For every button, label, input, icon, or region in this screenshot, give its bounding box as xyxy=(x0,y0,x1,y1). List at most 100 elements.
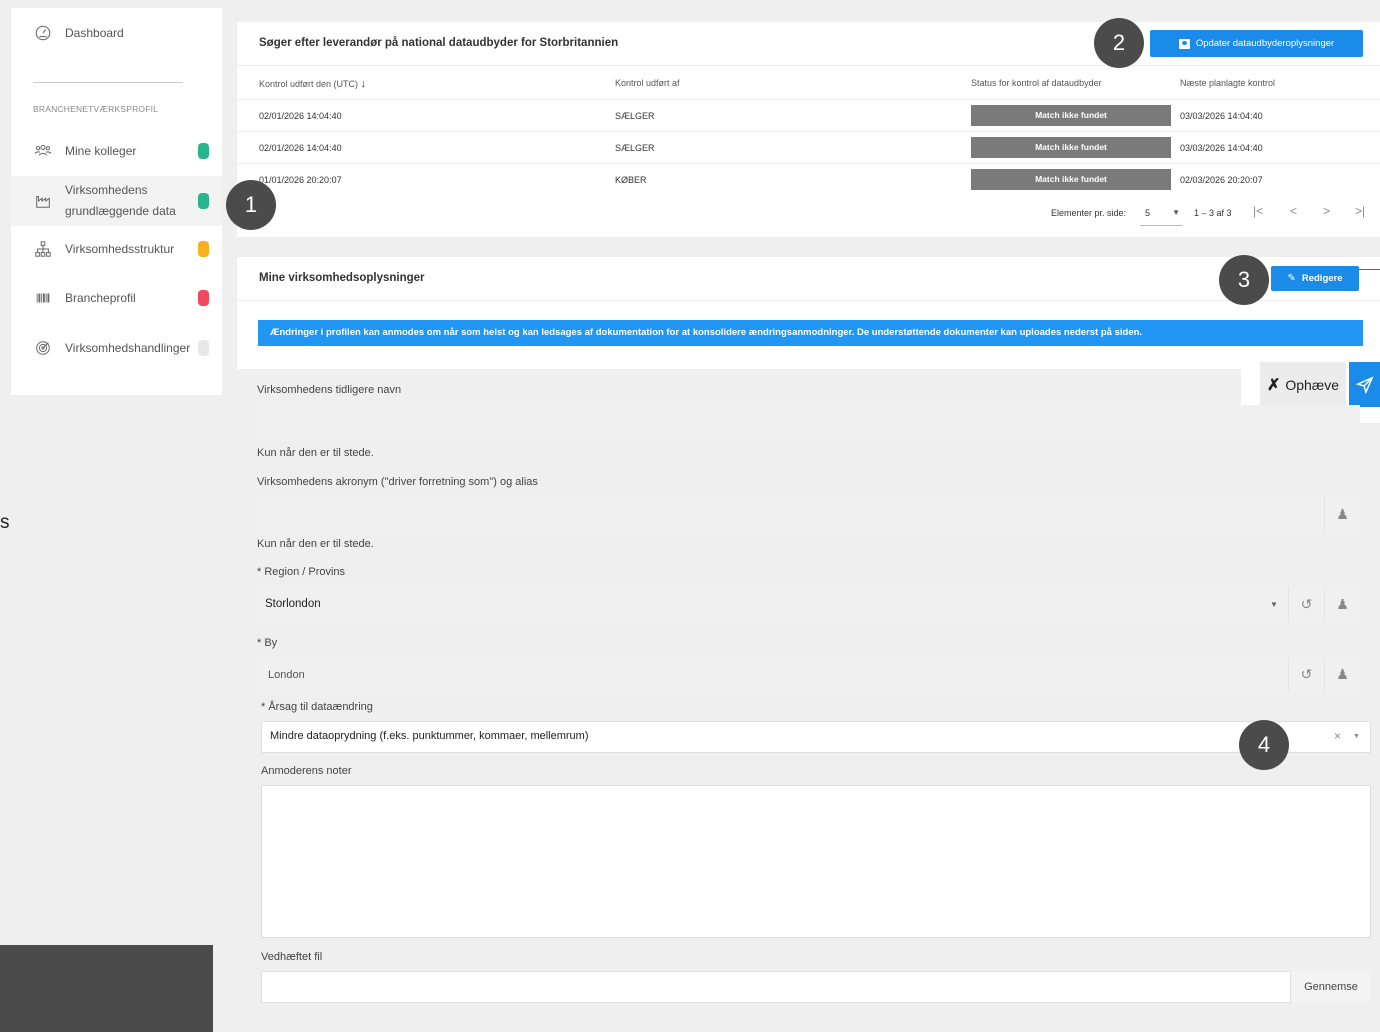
callout-line xyxy=(1359,269,1380,270)
prev-name-input[interactable] xyxy=(256,405,1360,441)
sidebar-section-label: BRANCHENETVÆRKSPROFIL xyxy=(33,104,159,114)
column-header-next: Næste planlagte kontrol xyxy=(1180,78,1276,88)
send-icon xyxy=(1355,375,1374,394)
sidebar-item-label: Dashboard xyxy=(65,25,124,40)
caret-down-icon: ▼ xyxy=(1353,733,1360,740)
acronym-label: Virksomhedens akronym ("driver forretnin… xyxy=(257,476,538,488)
cell-next: 03/03/2026 14:04:40 xyxy=(1180,111,1263,121)
users-icon xyxy=(33,141,53,161)
city-value: London xyxy=(268,669,305,681)
acronym-hint: Kun når den er til stede. xyxy=(257,538,374,550)
status-dot xyxy=(198,241,209,257)
region-value: Storlondon xyxy=(265,598,321,610)
user-icon[interactable]: ♟ xyxy=(1324,658,1360,691)
callout-marker: 3 xyxy=(1219,255,1269,305)
status-badge: Match ikke fundet xyxy=(971,169,1171,190)
sidebar-item-actions[interactable]: Virksomhedshandlinger xyxy=(11,336,222,360)
id-card-icon xyxy=(1178,38,1190,49)
card-title: Mine virksomhedsoplysninger xyxy=(259,272,425,284)
divider xyxy=(237,131,1380,132)
edit-label: Redigere xyxy=(1301,273,1343,284)
status-dot xyxy=(198,340,209,356)
region-label: * Region / Provins xyxy=(257,566,346,578)
column-header-date[interactable]: Kontrol udført den (UTC) ↓ xyxy=(259,78,366,90)
send-button[interactable] xyxy=(1349,362,1380,407)
callout-marker: 4 xyxy=(1239,720,1289,770)
sidebar-item-label: Virksomhedshandlinger xyxy=(65,340,191,355)
company-info-card: Mine virksomhedsoplysninger ✎ Redigere Æ… xyxy=(237,257,1380,369)
last-page-icon[interactable]: >| xyxy=(1355,204,1365,218)
divider xyxy=(237,163,1380,164)
notes-label: Anmoderens noter xyxy=(261,765,352,777)
attachment-input[interactable] xyxy=(261,971,1371,1003)
target-icon xyxy=(33,338,53,358)
update-provider-label: Opdater dataudbyderoplysninger xyxy=(1195,38,1335,49)
info-banner: Ændringer i profilen kan anmodes om når … xyxy=(258,320,1363,346)
column-header-label: Kontrol udført den (UTC) xyxy=(259,79,359,89)
card-title: Søger efter leverandør på national datau… xyxy=(259,37,619,49)
cell-by: SÆLGER xyxy=(615,143,655,153)
prev-page-icon[interactable]: < xyxy=(1290,204,1297,218)
sidebar: Dashboard BRANCHENETVÆRKSPROFIL Mine kol… xyxy=(11,8,222,395)
sidebar-item-dashboard[interactable]: Dashboard xyxy=(11,22,222,44)
browse-button[interactable]: Gennemse xyxy=(1290,971,1371,1003)
close-icon: ✗ xyxy=(1266,376,1281,394)
sidebar-item-label: Brancheprofil xyxy=(65,290,136,305)
dashboard-icon xyxy=(33,23,53,43)
clear-icon[interactable]: × xyxy=(1334,729,1341,743)
sidebar-divider xyxy=(33,82,183,83)
sidebar-item-colleagues[interactable]: Mine kolleger xyxy=(11,139,222,163)
arrow-down-icon: ↓ xyxy=(360,78,367,90)
sidebar-item-label: Virksomhedsstruktur xyxy=(65,241,175,256)
attachment-label: Vedhæftet fil xyxy=(261,951,323,963)
first-page-icon[interactable]: |< xyxy=(1253,204,1263,218)
sidebar-item-industry-profile[interactable]: Brancheprofil xyxy=(11,286,222,310)
callout-marker: 2 xyxy=(1094,18,1144,68)
cell-date: 01/01/2026 20:20:07 xyxy=(259,175,342,185)
provider-search-card: Søger efter leverandør på national datau… xyxy=(237,22,1380,237)
cell-by: SÆLGER xyxy=(615,111,655,121)
status-badge: Match ikke fundet xyxy=(971,105,1171,126)
cancel-label: Ophæve xyxy=(1285,376,1340,393)
status-dot xyxy=(198,193,209,209)
factory-icon xyxy=(33,191,53,211)
per-page-select[interactable]: 5 ▼ xyxy=(1140,204,1182,226)
divider xyxy=(237,65,1380,66)
reason-label: * Årsag til dataændring xyxy=(261,701,373,713)
cell-next: 03/03/2026 14:04:40 xyxy=(1180,143,1263,153)
update-provider-button[interactable]: Opdater dataudbyderoplysninger xyxy=(1150,30,1363,57)
city-label: * By xyxy=(257,637,278,649)
sidebar-item-basic-data[interactable]: Virksomhedens grundlæggende data xyxy=(11,176,222,226)
caret-down-icon: ▼ xyxy=(1172,208,1180,217)
per-page-label: Elementer pr. side: xyxy=(1051,208,1127,218)
status-dot xyxy=(198,143,209,159)
sidebar-item-structure[interactable]: Virksomhedsstruktur xyxy=(11,237,222,261)
user-icon[interactable]: ♟ xyxy=(1324,496,1360,532)
sidebar-item-label: Mine kolleger xyxy=(65,143,137,158)
next-page-icon[interactable]: > xyxy=(1323,204,1330,218)
per-page-value: 5 xyxy=(1145,208,1151,218)
edit-button[interactable]: ✎ Redigere xyxy=(1271,266,1359,291)
hierarchy-icon xyxy=(33,239,53,259)
dark-panel xyxy=(0,945,213,1032)
cell-date: 02/01/2026 14:04:40 xyxy=(259,143,342,153)
cancel-button[interactable]: ✗ Ophæve xyxy=(1260,362,1346,407)
user-icon[interactable]: ♟ xyxy=(1324,587,1360,622)
cell-date: 02/01/2026 14:04:40 xyxy=(259,111,342,121)
reason-value: Mindre dataoprydning (f.eks. punktummer,… xyxy=(270,730,589,742)
caret-down-icon: ▼ xyxy=(1270,600,1278,609)
notes-textarea[interactable] xyxy=(261,785,1371,938)
history-icon[interactable]: ↺ xyxy=(1288,587,1324,622)
prev-name-label: Virksomhedens tidligere navn xyxy=(257,384,402,396)
page-range: 1 – 3 af 3 xyxy=(1194,208,1232,218)
history-icon[interactable]: ↺ xyxy=(1288,658,1324,691)
barcode-icon xyxy=(33,288,53,308)
region-select[interactable] xyxy=(256,587,1288,622)
column-header-by: Kontrol udført af xyxy=(615,78,680,88)
cell-by: KØBER xyxy=(615,175,647,185)
city-input[interactable] xyxy=(256,658,1288,691)
acronym-input[interactable] xyxy=(256,496,1324,532)
edge-text: s xyxy=(0,512,10,533)
status-dot xyxy=(198,290,209,306)
sidebar-item-label: Virksomhedens grundlæggende data xyxy=(65,183,176,218)
